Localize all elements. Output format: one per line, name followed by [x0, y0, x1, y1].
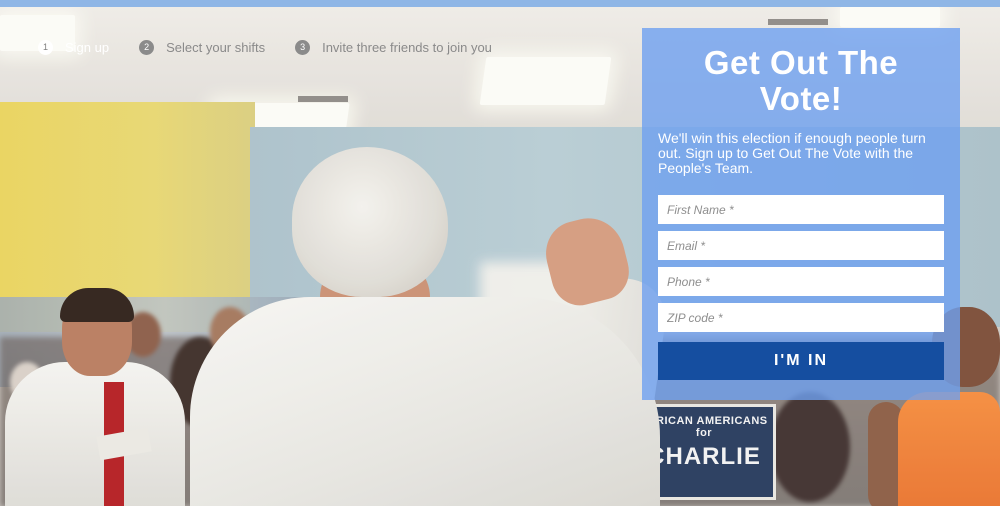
step-label: Invite three friends to join you — [322, 39, 492, 55]
im-in-button[interactable]: I'M IN — [658, 342, 944, 380]
step-label: Sign up — [65, 39, 110, 55]
step-number-badge: 3 — [295, 39, 311, 55]
signup-title: Get Out The Vote! — [703, 44, 899, 117]
signup-form: I'M IN — [658, 195, 944, 380]
signup-steps: 1 Sign up 2 Select your shifts 3 Invite … — [38, 38, 522, 56]
step-number-badge: 2 — [139, 39, 155, 55]
step-sign-up[interactable]: 1 Sign up — [38, 39, 110, 55]
step-invite-friends[interactable]: 3 Invite three friends to join you — [295, 39, 492, 55]
step-label: Select your shifts — [166, 39, 266, 55]
zip-code-field[interactable] — [658, 303, 944, 332]
first-name-field[interactable] — [658, 195, 944, 224]
top-accent-bar — [0, 0, 1000, 7]
step-number-badge: 1 — [38, 39, 53, 55]
phone-field[interactable] — [658, 267, 944, 296]
signup-panel: Get Out The Vote! We'll win this electio… — [642, 28, 960, 400]
email-field[interactable] — [658, 231, 944, 260]
step-select-shifts[interactable]: 2 Select your shifts — [139, 39, 266, 55]
signup-description: We'll win this election if enough people… — [658, 130, 926, 176]
